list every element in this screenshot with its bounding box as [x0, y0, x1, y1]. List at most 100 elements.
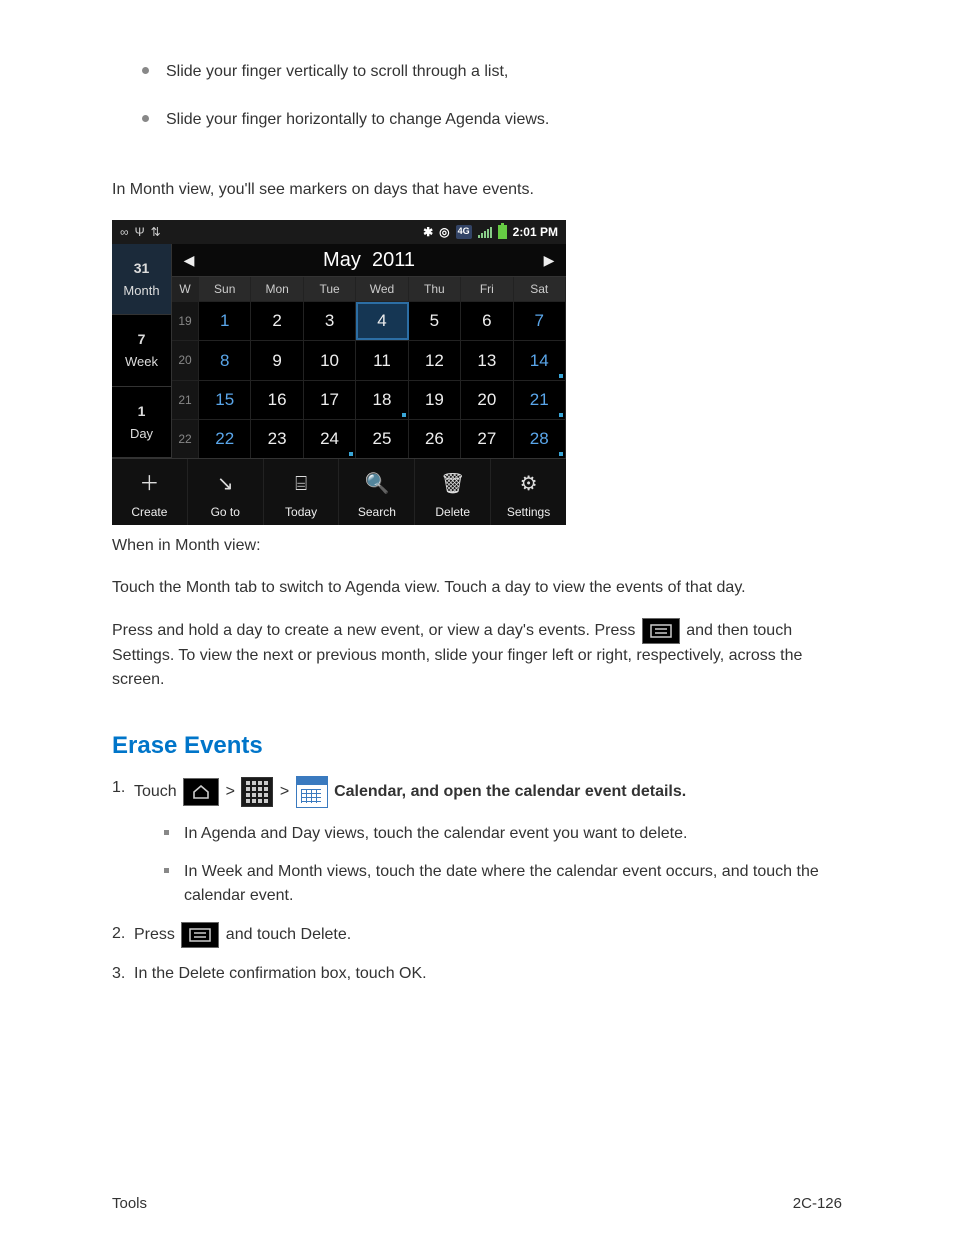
home-key-icon: [183, 778, 219, 806]
month-view-intro: In Month view, you'll see markers on day…: [112, 178, 842, 202]
day-cell[interactable]: 12: [409, 341, 461, 379]
footer-page: 2C-126: [793, 1193, 842, 1216]
list-item: In Week and Month views, touch the date …: [164, 860, 842, 908]
week-number: 19: [172, 302, 199, 340]
delete-button[interactable]: 🗑 Delete: [415, 459, 491, 525]
day-cell[interactable]: 23: [251, 420, 303, 458]
step-1-sublist: In Agenda and Day views, touch the calen…: [164, 822, 842, 908]
create-icon: ＋: [139, 469, 159, 499]
event-marker-icon: [559, 413, 563, 417]
week-row: 2222232425262728: [172, 419, 566, 458]
event-marker-icon: [349, 452, 353, 456]
status-time: 2:01 PM: [513, 223, 558, 241]
calendar-7-icon: 7: [138, 329, 146, 350]
calendar-weeks: 1912345672089101112131421151617181920212…: [172, 301, 566, 458]
list-item: Slide your finger horizontally to change…: [142, 108, 842, 132]
week-number: 22: [172, 420, 199, 458]
settings-icon: ⚙: [520, 469, 538, 499]
day-cell[interactable]: 6: [461, 302, 513, 340]
button-label: Go to: [211, 503, 240, 521]
tab-label: Day: [130, 424, 153, 444]
calendar-app-icon: [296, 776, 328, 808]
list-item: In Agenda and Day views, touch the calen…: [164, 822, 842, 846]
day-header: W: [172, 277, 199, 301]
signal-icon: [478, 227, 492, 238]
button-label: Delete: [435, 503, 470, 521]
next-month-button[interactable]: ▶: [532, 244, 566, 276]
day-cell[interactable]: 18: [356, 381, 408, 419]
month-label: May 2011: [323, 245, 415, 275]
goto-icon: ↘: [217, 469, 234, 499]
tab-label: Month: [123, 281, 159, 301]
bluetooth-icon: ✱: [423, 223, 433, 241]
week-row: 191234567: [172, 301, 566, 340]
tab-month[interactable]: 31 Month: [112, 244, 172, 315]
today-button[interactable]: ⌸Today: [264, 459, 340, 525]
day-cell[interactable]: 8: [199, 341, 251, 379]
day-cell[interactable]: 17: [304, 381, 356, 419]
day-cell[interactable]: 5: [409, 302, 461, 340]
day-cell[interactable]: 21: [514, 381, 566, 419]
view-tabs: 31 Month 7 Week 1 Day: [112, 244, 172, 458]
day-cell[interactable]: 27: [461, 420, 513, 458]
button-label: Settings: [507, 503, 550, 521]
day-cell[interactable]: 10: [304, 341, 356, 379]
sync-icon: ⇅: [151, 223, 161, 241]
day-cell[interactable]: 20: [461, 381, 513, 419]
step-1: 1. Touch > > Calendar, and open the cale…: [112, 776, 842, 808]
day-header: Sun: [199, 277, 251, 301]
event-marker-icon: [402, 413, 406, 417]
usb-icon: Ψ: [135, 223, 145, 241]
vibrate-icon: ◎: [439, 223, 449, 241]
day-cell[interactable]: 28: [514, 420, 566, 458]
day-cell[interactable]: 22: [199, 420, 251, 458]
calendar-31-icon: 31: [134, 258, 150, 279]
day-cell[interactable]: 4: [356, 302, 408, 340]
day-header: Sat: [514, 277, 566, 301]
week-number: 20: [172, 341, 199, 379]
day-cell[interactable]: 7: [514, 302, 566, 340]
event-marker-icon: [559, 452, 563, 456]
tab-week[interactable]: 7 Week: [112, 315, 172, 386]
day-cell[interactable]: 16: [251, 381, 303, 419]
step-3: 3. In the Delete confirmation box, touch…: [112, 962, 842, 986]
tab-day[interactable]: 1 Day: [112, 387, 172, 458]
erase-events-heading: Erase Events: [112, 728, 842, 764]
day-header: Mon: [251, 277, 303, 301]
delete-icon: 🗑: [440, 469, 465, 499]
day-cell[interactable]: 13: [461, 341, 513, 379]
day-header: Tue: [304, 277, 356, 301]
month-header: ◀ May 2011 ▶: [172, 244, 566, 277]
menu-key-icon: [181, 922, 219, 948]
status-bar: ∞ Ψ ⇅ ✱ ◎ 4G 2:01 PM: [112, 220, 566, 244]
day-cell[interactable]: 14: [514, 341, 566, 379]
day-cell[interactable]: 25: [356, 420, 408, 458]
day-cell[interactable]: 24: [304, 420, 356, 458]
create-button[interactable]: ＋ Create: [112, 459, 188, 525]
goto-button[interactable]: ↘ Go to: [188, 459, 264, 525]
day-cell[interactable]: 11: [356, 341, 408, 379]
search-icon: 🔍: [364, 469, 389, 499]
button-label: Create: [131, 503, 167, 521]
event-marker-icon: [559, 374, 563, 378]
day-cell[interactable]: 19: [409, 381, 461, 419]
day-header: Fri: [461, 277, 513, 301]
settings-button[interactable]: ⚙ Settings: [491, 459, 566, 525]
search-button[interactable]: 🔍 Search: [339, 459, 415, 525]
button-label: Today: [285, 503, 317, 521]
footer-section: Tools: [112, 1193, 147, 1216]
network-4g-icon: 4G: [456, 225, 472, 239]
week-row: 20891011121314: [172, 340, 566, 379]
day-cell[interactable]: 3: [304, 302, 356, 340]
day-cell[interactable]: 15: [199, 381, 251, 419]
day-cell[interactable]: 2: [251, 302, 303, 340]
day-cell[interactable]: 9: [251, 341, 303, 379]
prev-month-button[interactable]: ◀: [172, 244, 206, 276]
calendar-1-icon: 1: [138, 401, 146, 422]
press-hold-instruction: Press and hold a day to create a new eve…: [112, 618, 842, 692]
button-label: Search: [358, 503, 396, 521]
day-cell[interactable]: 1: [199, 302, 251, 340]
menu-key-icon: [642, 618, 680, 644]
battery-icon: [498, 225, 507, 239]
day-cell[interactable]: 26: [409, 420, 461, 458]
